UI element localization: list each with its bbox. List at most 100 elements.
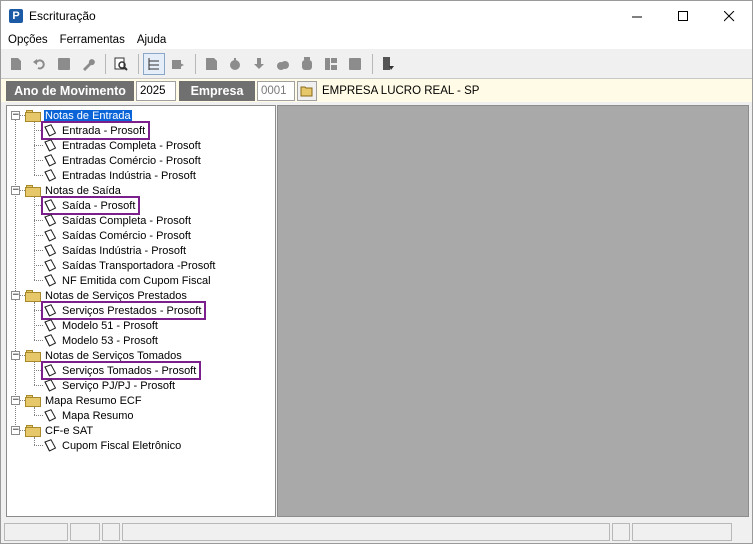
- report-button[interactable]: [200, 53, 222, 75]
- tree-connector: [20, 400, 25, 401]
- tools-button[interactable]: [77, 53, 99, 75]
- app-window: P Escrituração Opções Ferramentas Ajuda: [0, 0, 753, 544]
- tree-group-label: Notas de Serviços Tomados: [45, 349, 182, 362]
- exit-door-icon: [383, 57, 394, 70]
- square-icon: [58, 58, 70, 70]
- tree-connector: [34, 445, 43, 446]
- menu-bar: Opções Ferramentas Ajuda: [1, 31, 752, 49]
- apple-button[interactable]: [224, 53, 246, 75]
- tree-item[interactable]: Saídas Transportadora -Prosoft: [43, 258, 216, 273]
- tree-item[interactable]: NF Emitida com Cupom Fiscal: [43, 273, 212, 288]
- tree-expander[interactable]: −: [11, 186, 20, 195]
- tree-connector: [34, 340, 43, 341]
- minimize-icon: [631, 16, 642, 17]
- empresa-label: Empresa: [179, 81, 255, 101]
- maximize-icon: [677, 10, 688, 21]
- menu-ajuda[interactable]: Ajuda: [131, 34, 172, 46]
- content-pane: [277, 105, 749, 517]
- document-icon: [44, 259, 57, 272]
- tree-expander[interactable]: −: [11, 351, 20, 360]
- tree-expander[interactable]: −: [11, 111, 20, 120]
- tree-item[interactable]: Cupom Fiscal Eletrônico: [43, 438, 182, 453]
- exit-button[interactable]: [377, 53, 399, 75]
- tree-expander[interactable]: −: [11, 426, 20, 435]
- document-icon: [44, 139, 57, 152]
- tree-item[interactable]: Entradas Completa - Prosoft: [43, 138, 202, 153]
- apple-icon: [230, 58, 240, 70]
- tree-item[interactable]: Modelo 51 - Prosoft: [43, 318, 159, 333]
- tree-item-label: Entradas Comércio - Prosoft: [62, 154, 201, 167]
- book-button[interactable]: [296, 53, 318, 75]
- window-controls: [614, 1, 752, 31]
- window-title: Escrituração: [29, 9, 96, 23]
- document-icon: [44, 334, 57, 347]
- empresa-code-input[interactable]: 0001: [257, 81, 295, 101]
- menu-ferramentas[interactable]: Ferramentas: [54, 34, 131, 46]
- empresa-search-button[interactable]: [297, 81, 317, 101]
- maximize-button[interactable]: [660, 1, 706, 31]
- tree-item[interactable]: Serviço PJ/PJ - Prosoft: [43, 378, 176, 393]
- document-icon: [44, 214, 57, 227]
- tree-item-label: Serviço PJ/PJ - Prosoft: [62, 379, 176, 392]
- book-icon: [302, 57, 312, 70]
- ano-movimento-input[interactable]: 2025: [136, 81, 176, 101]
- tree-connector: [34, 250, 43, 251]
- folder-icon: [25, 109, 41, 122]
- stop-button[interactable]: [53, 53, 75, 75]
- tree-connector: [34, 220, 43, 221]
- download-icon: [254, 58, 264, 69]
- tree-connector: [20, 190, 25, 191]
- minimize-button[interactable]: [614, 1, 660, 31]
- tree-group-label: Notas de Serviços Prestados: [45, 289, 187, 302]
- tree-item[interactable]: Saídas Comércio - Prosoft: [43, 228, 192, 243]
- document-icon: [44, 319, 57, 332]
- tree-item-label: Modelo 53 - Prosoft: [62, 334, 158, 347]
- tree-expander[interactable]: −: [11, 396, 20, 405]
- tree-item[interactable]: Entradas Comércio - Prosoft: [43, 153, 202, 168]
- document-icon: [44, 229, 57, 242]
- tree-expander[interactable]: −: [11, 291, 20, 300]
- folder-icon: [25, 289, 41, 302]
- print-preview-button[interactable]: [110, 53, 132, 75]
- tree-connector: [20, 115, 25, 116]
- grid-icon: [349, 58, 361, 70]
- tree-item-label: Entradas Completa - Prosoft: [62, 139, 201, 152]
- tree-connector: [34, 362, 35, 385]
- print-preview-icon: [114, 57, 128, 71]
- close-button[interactable]: [706, 1, 752, 31]
- undo-button[interactable]: [29, 53, 51, 75]
- tree-group[interactable]: CF-e SAT: [25, 423, 94, 438]
- cloud-button[interactable]: [272, 53, 294, 75]
- wrench-icon: [83, 59, 95, 71]
- tree-connector: [34, 385, 43, 386]
- document-icon: [44, 244, 57, 257]
- tree-item[interactable]: Saídas Indústria - Prosoft: [43, 243, 187, 258]
- tree-group[interactable]: Mapa Resumo ECF: [25, 393, 143, 408]
- document-icon: [44, 274, 57, 287]
- document-icon: [44, 409, 57, 422]
- tree-item[interactable]: Mapa Resumo: [43, 408, 135, 423]
- tree-item[interactable]: Entradas Indústria - Prosoft: [43, 168, 197, 183]
- calculator-button[interactable]: [320, 53, 342, 75]
- toolbar-separator: [372, 54, 373, 74]
- download-button[interactable]: [248, 53, 270, 75]
- grid-button[interactable]: [344, 53, 366, 75]
- tree-item-label: NF Emitida com Cupom Fiscal: [62, 274, 211, 287]
- tree-view-button[interactable]: [143, 53, 165, 75]
- tree-item[interactable]: Saídas Completa - Prosoft: [43, 213, 192, 228]
- tree-pane[interactable]: − Notas de Entrada Entrada - Prosoft Entrad…: [6, 105, 276, 517]
- export-button[interactable]: [167, 53, 189, 75]
- menu-opcoes[interactable]: Opções: [1, 34, 54, 46]
- tree-item[interactable]: Modelo 53 - Prosoft: [43, 333, 159, 348]
- document-icon: [44, 379, 57, 392]
- new-doc-button[interactable]: [5, 53, 27, 75]
- cloud-icon: [277, 61, 289, 70]
- document-icon: [44, 169, 57, 182]
- tree-item-label: Entradas Indústria - Prosoft: [62, 169, 196, 182]
- report-icon: [206, 58, 217, 70]
- tree-item-label: Saídas Transportadora -Prosoft: [62, 259, 216, 272]
- ano-movimento-label: Ano de Movimento: [6, 81, 134, 101]
- tree-connector: [34, 325, 43, 326]
- tree-connector: [34, 265, 43, 266]
- title-bar: P Escrituração: [1, 1, 752, 31]
